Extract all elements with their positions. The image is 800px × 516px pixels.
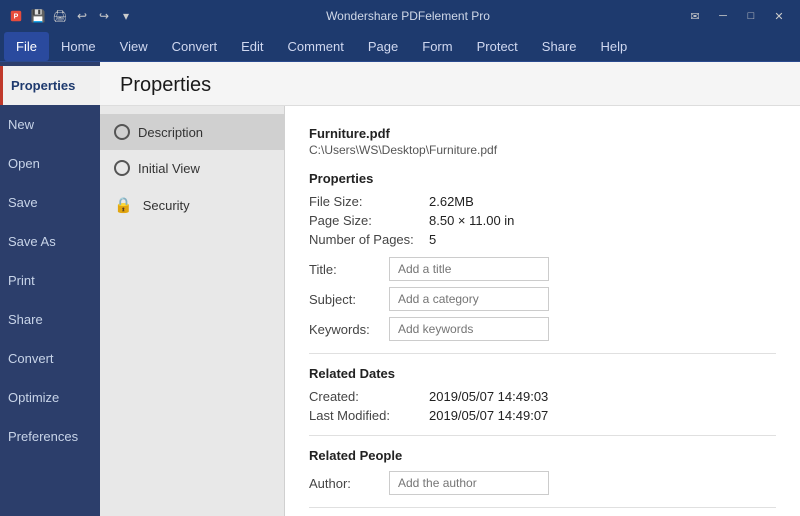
sub-panel: Description Initial View 🔒 Security — [100, 106, 285, 516]
lock-icon: 🔒 — [114, 196, 133, 214]
maximize-button[interactable]: □ — [738, 6, 764, 26]
menu-file[interactable]: File — [4, 32, 49, 61]
sidebar-item-save[interactable]: Save — [0, 183, 100, 222]
related-dates-title: Related Dates — [309, 366, 776, 381]
menu-bar: File Home View Convert Edit Comment Page… — [0, 32, 800, 62]
sidebar-item-print[interactable]: Print — [0, 261, 100, 300]
title-field-row: Title: — [309, 257, 776, 281]
initial-view-icon — [114, 160, 130, 176]
created-label: Created: — [309, 389, 429, 404]
title-bar-icons: P 💾 🖨 ↩ ↪ ▾ — [8, 8, 134, 24]
menu-help[interactable]: Help — [589, 32, 640, 61]
title-field-label: Title: — [309, 262, 389, 277]
menu-protect[interactable]: Protect — [465, 32, 530, 61]
menu-edit[interactable]: Edit — [229, 32, 275, 61]
file-size-label: File Size: — [309, 194, 429, 209]
close-button[interactable]: ✕ — [766, 6, 792, 26]
divider-1 — [309, 353, 776, 354]
redo-tb-icon[interactable]: ↪ — [96, 8, 112, 24]
custom-tb-icon[interactable]: ▾ — [118, 8, 134, 24]
author-field-row: Author: — [309, 471, 776, 495]
window-title: Wondershare PDFelement Pro — [134, 9, 682, 23]
properties-content: Furniture.pdf C:\Users\WS\Desktop\Furnit… — [285, 106, 800, 516]
menu-view[interactable]: View — [108, 32, 160, 61]
divider-2 — [309, 435, 776, 436]
keywords-field-row: Keywords: — [309, 317, 776, 341]
file-size-row: File Size: 2.62MB — [309, 194, 776, 209]
sidebar-item-convert[interactable]: Convert — [0, 339, 100, 378]
menu-comment[interactable]: Comment — [276, 32, 356, 61]
page-size-label: Page Size: — [309, 213, 429, 228]
sidebar-item-optimize[interactable]: Optimize — [0, 378, 100, 417]
modified-label: Last Modified: — [309, 408, 429, 423]
sidebar-item-open[interactable]: Open — [0, 144, 100, 183]
page-title: Properties — [120, 74, 211, 96]
description-icon — [114, 124, 130, 140]
properties-section-title: Properties — [309, 171, 776, 186]
subject-input[interactable] — [389, 287, 549, 311]
content-body: Description Initial View 🔒 Security Furn… — [100, 106, 800, 516]
file-path: C:\Users\WS\Desktop\Furniture.pdf — [309, 143, 776, 157]
subject-field-row: Subject: — [309, 287, 776, 311]
menu-convert[interactable]: Convert — [160, 32, 230, 61]
menu-form[interactable]: Form — [410, 32, 464, 61]
undo-tb-icon[interactable]: ↩ — [74, 8, 90, 24]
menu-share[interactable]: Share — [530, 32, 589, 61]
author-input[interactable] — [389, 471, 549, 495]
modified-row: Last Modified: 2019/05/07 14:49:07 — [309, 408, 776, 423]
content-area: Properties Description Initial View 🔒 Se… — [100, 62, 800, 516]
divider-3 — [309, 507, 776, 508]
app-icon: P — [8, 8, 24, 24]
related-people-title: Related People — [309, 448, 776, 463]
minimize-button[interactable]: ─ — [710, 6, 736, 26]
save-tb-icon[interactable]: 💾 — [30, 8, 46, 24]
sidebar-item-properties[interactable]: Properties — [0, 66, 100, 105]
modified-value: 2019/05/07 14:49:07 — [429, 408, 548, 423]
created-value: 2019/05/07 14:49:03 — [429, 389, 548, 404]
author-field-label: Author: — [309, 476, 389, 491]
keywords-input[interactable] — [389, 317, 549, 341]
keywords-field-label: Keywords: — [309, 322, 389, 337]
sidebar-item-preferences[interactable]: Preferences — [0, 417, 100, 456]
sub-item-security[interactable]: 🔒 Security — [100, 186, 284, 224]
subject-field-label: Subject: — [309, 292, 389, 307]
print-tb-icon[interactable]: 🖨 — [52, 8, 68, 24]
title-bar: P 💾 🖨 ↩ ↪ ▾ Wondershare PDFelement Pro ✉… — [0, 0, 800, 32]
num-pages-label: Number of Pages: — [309, 232, 429, 247]
sidebar-item-share[interactable]: Share — [0, 300, 100, 339]
sub-item-security-label: Security — [143, 198, 190, 213]
svg-text:P: P — [14, 14, 19, 21]
file-name: Furniture.pdf — [309, 126, 776, 141]
window-controls: ✉ ─ □ ✕ — [682, 6, 792, 26]
sub-item-initial-view[interactable]: Initial View — [100, 150, 284, 186]
sub-item-description-label: Description — [138, 125, 203, 140]
sidebar-item-new[interactable]: New — [0, 105, 100, 144]
menu-home[interactable]: Home — [49, 32, 108, 61]
sub-item-description[interactable]: Description — [100, 114, 284, 150]
created-row: Created: 2019/05/07 14:49:03 — [309, 389, 776, 404]
sub-item-initial-view-label: Initial View — [138, 161, 200, 176]
menu-page[interactable]: Page — [356, 32, 410, 61]
page-size-row: Page Size: 8.50 × 11.00 in — [309, 213, 776, 228]
page-size-value: 8.50 × 11.00 in — [429, 213, 514, 228]
num-pages-value: 5 — [429, 232, 436, 247]
sidebar-item-save-as[interactable]: Save As — [0, 222, 100, 261]
email-icon[interactable]: ✉ — [682, 6, 708, 26]
title-input[interactable] — [389, 257, 549, 281]
sidebar: Properties New Open Save Save As Print S… — [0, 62, 100, 516]
num-pages-row: Number of Pages: 5 — [309, 232, 776, 247]
main-layout: Properties New Open Save Save As Print S… — [0, 62, 800, 516]
file-size-value: 2.62MB — [429, 194, 474, 209]
